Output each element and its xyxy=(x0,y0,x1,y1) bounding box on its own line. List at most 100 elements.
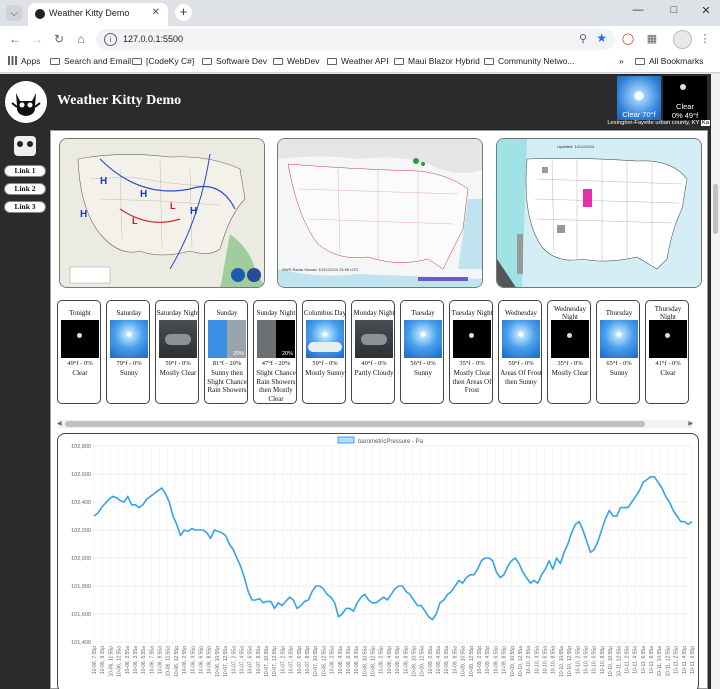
profile-avatar[interactable] xyxy=(673,30,692,49)
x-tick-label: 10-08, 2:55a xyxy=(330,646,336,674)
x-tick-label: 10-07, 2:55a xyxy=(231,646,237,674)
apps-grid-icon xyxy=(8,56,17,65)
forecast-card[interactable]: Saturday Night 59°f - 0% Mostly Clear xyxy=(155,300,199,404)
bookmark-star-icon[interactable]: ★ xyxy=(596,31,607,45)
forecast-card[interactable]: Thursday Night 41°f - 0% Clear xyxy=(645,300,689,404)
new-tab-button[interactable]: + xyxy=(175,4,192,21)
forecast-condition: Partly Cloudy xyxy=(354,369,394,377)
menu-icon[interactable]: ⋮ xyxy=(697,31,713,47)
y-tick-label: 102,200 xyxy=(71,528,91,534)
forecast-card[interactable]: Sunday 20% 81°f - 20% Sunny then Slight Cha… xyxy=(204,300,248,404)
forecast-card[interactable]: Tuesday Night 35°f - 0% Mostly Clear then … xyxy=(449,300,493,404)
sidebar-link-3[interactable]: Link 3 xyxy=(4,201,46,213)
x-tick-label: 10-06, 9:15p xyxy=(100,646,106,674)
url-text: 127.0.0.1:5500 xyxy=(123,34,184,44)
home-icon[interactable]: ⌂ xyxy=(73,31,89,47)
page-vertical-scrollbar[interactable] xyxy=(711,74,720,689)
alerts-map[interactable]: Updated: 10/11/2024 xyxy=(496,138,702,288)
current-icon-label: Clear 70°f xyxy=(622,110,656,119)
scroll-left-icon[interactable]: ◀ xyxy=(57,420,62,427)
forecast-card[interactable]: Wednesday Night 35°f - 0% Mostly Clear xyxy=(547,300,591,404)
folder-icon xyxy=(327,58,337,65)
forecast-card[interactable]: Saturday 79°f - 0% Sunny xyxy=(106,300,150,404)
surface-analysis-map[interactable]: H H H H L L xyxy=(59,138,265,288)
extensions-icon[interactable]: ▦ xyxy=(644,31,660,47)
maximize-button[interactable]: □ xyxy=(664,4,684,16)
bookmark-apps[interactable]: Apps xyxy=(8,56,40,66)
x-tick-label: 10-06, 4:55p xyxy=(190,646,196,674)
x-tick-label: 10-07, 12:55a xyxy=(223,646,229,677)
forecast-condition: Clear xyxy=(72,369,88,377)
forecast-horizontal-scrollbar[interactable]: ◀ ▶ xyxy=(57,420,693,428)
forecast-card[interactable]: Tuesday 56°f - 0% Sunny xyxy=(400,300,444,404)
sidebar: Link 1 Link 2 Link 3 xyxy=(0,132,50,689)
pocket-icon[interactable]: ◯ xyxy=(620,31,636,47)
bookmark-community[interactable]: Community Netwo... xyxy=(484,56,575,66)
forecast-condition: Sunny xyxy=(414,369,432,377)
forecast-card[interactable]: Wednesday 59°f - 0% Areas Of Frost then Su… xyxy=(498,300,542,404)
x-tick-label: 10-06, 7:55a xyxy=(149,646,155,674)
forward-arrow-icon[interactable]: → xyxy=(29,31,45,47)
x-tick-label: 10-11, 8:55a xyxy=(649,646,655,674)
radar-map[interactable]: NWS Radar Mosaic 10/11/2024 23:56 UTC xyxy=(277,138,483,288)
x-tick-label: 10-06, 12:55p xyxy=(174,646,180,677)
scroll-thumb[interactable] xyxy=(65,421,645,427)
x-tick-label: 10-06, 5:55a xyxy=(141,646,147,674)
x-tick-label: 10-08, 10:55a xyxy=(362,646,368,677)
forecast-card[interactable]: Thursday 65°f - 0% Sunny xyxy=(596,300,640,404)
forecast-condition: Sunny xyxy=(120,369,138,377)
x-tick-label: 10-08, 2:55p xyxy=(379,646,385,674)
day-weather-icon xyxy=(110,320,148,358)
window-close-button[interactable]: ✕ xyxy=(696,4,716,17)
x-tick-label: 10-11, 10:55a xyxy=(657,646,663,677)
bookmark-software-dev[interactable]: Software Dev xyxy=(202,56,267,66)
zoom-icon[interactable]: ⚲ xyxy=(579,32,587,45)
x-tick-label: 10-10, 12:55a xyxy=(518,646,524,677)
location-badge: Ka xyxy=(700,120,710,126)
back-arrow-icon[interactable]: ← xyxy=(7,31,23,47)
y-tick-label: 102,400 xyxy=(71,500,91,506)
bookmark-weather-api[interactable]: Weather API xyxy=(327,56,389,66)
forecast-temp-precip: 35°f - 0% xyxy=(557,360,583,367)
scroll-right-icon[interactable]: ▶ xyxy=(688,420,693,427)
x-tick-label: 10-06, 7:55p xyxy=(92,646,98,674)
tab-close-icon[interactable]: ✕ xyxy=(152,7,160,18)
x-tick-label: 10-07, 4:55p xyxy=(289,646,295,674)
x-tick-label: 10-10, 12:55p xyxy=(567,646,573,677)
site-info-icon[interactable]: i xyxy=(104,33,117,46)
forecast-card[interactable]: Sunday Night 20% 47°f - 20% Slight Chance R… xyxy=(253,300,297,404)
browser-tab[interactable]: Weather Kitty Demo ✕ xyxy=(28,3,168,26)
bookmark-maui-blazor[interactable]: Maui Blazor Hybrid xyxy=(394,56,480,66)
x-tick-label: 10-08, 10:55p xyxy=(411,646,417,677)
forecast-card[interactable]: Monday Night 40°f - 0% Partly Cloudy xyxy=(351,300,395,404)
x-tick-label: 10-07, 2:55p xyxy=(280,646,286,674)
x-tick-label: 10-10, 8:55a xyxy=(551,646,557,674)
minimize-button[interactable]: — xyxy=(628,4,648,16)
bookmark-label: WebDev xyxy=(287,56,320,66)
weather-kitty-logo[interactable] xyxy=(5,81,47,123)
forecast-temp-precip: 79°f - 0% xyxy=(116,360,142,367)
reload-icon[interactable]: ↻ xyxy=(51,31,67,47)
x-tick-label: 10-07, 8:55a xyxy=(256,646,262,674)
x-tick-label: 10-06, 11:55a xyxy=(166,646,172,677)
tab-search-button[interactable]: ⌵ xyxy=(6,5,22,21)
sidebar-link-2[interactable]: Link 2 xyxy=(4,183,46,195)
legend-swatch xyxy=(337,436,355,444)
svg-text:H: H xyxy=(80,209,87,220)
bookmark-webdev[interactable]: WebDev xyxy=(273,56,319,66)
x-tick-label: 10-08, 8:55p xyxy=(403,646,409,674)
bookmark-all[interactable]: All Bookmarks xyxy=(635,56,703,66)
forecast-card[interactable]: Columbus Day 59°f - 0% Mostly Sunny xyxy=(302,300,346,404)
page-scroll-thumb[interactable] xyxy=(713,184,718,234)
bookmark-codeky[interactable]: [CodeKy C#] xyxy=(132,56,194,66)
sidebar-link-1[interactable]: Link 1 xyxy=(4,165,46,177)
forecast-card[interactable]: Tonight 49°f - 0% Clear xyxy=(57,300,101,404)
bookmarks-overflow-button[interactable]: » xyxy=(619,56,624,66)
bookmark-search-email[interactable]: Search and Email xyxy=(50,56,131,66)
forecast-temp-precip: 47°f - 20% xyxy=(261,360,291,367)
y-tick-label: 102,000 xyxy=(71,556,91,562)
forecast-strip[interactable]: Tonight 49°f - 0% Clear Saturday 79°f - 0% Su… xyxy=(57,296,699,416)
x-tick-label: 10-09, 8:55a xyxy=(452,646,458,674)
x-tick-label: 10-09, 10:55a xyxy=(461,646,467,677)
address-bar[interactable]: i 127.0.0.1:5500 ⚲ ★ xyxy=(96,29,615,50)
